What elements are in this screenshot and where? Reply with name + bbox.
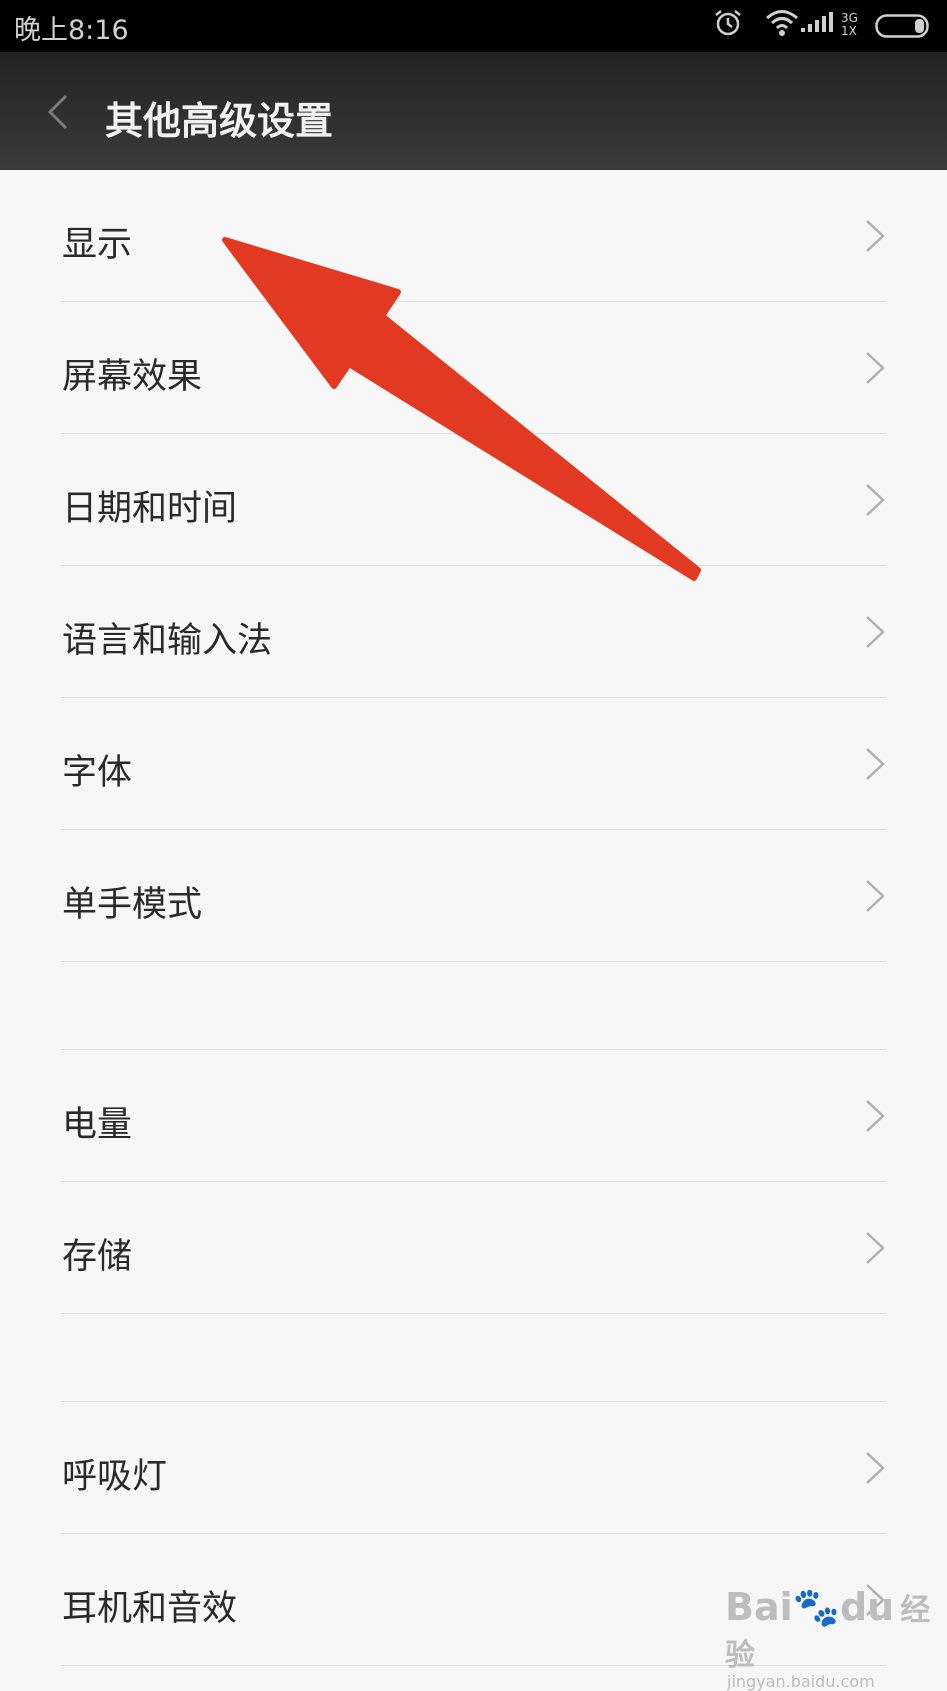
- status-time: 晚上8:16: [14, 15, 129, 46]
- chevron-right-icon: [866, 1100, 885, 1132]
- page-title: 其他高级设置: [105, 99, 334, 143]
- watermark-brand-b: du: [839, 1585, 895, 1629]
- chevron-right-icon: [866, 616, 885, 648]
- list-item-label: 电量: [62, 1105, 133, 1145]
- alarm-icon: [715, 10, 741, 36]
- list-item-label: 耳机和音效: [62, 1589, 238, 1629]
- settings-list: 显示 屏幕效果 日期和时间 语言和输入法 字体 单手模式 电量 存储 呼吸灯 耳…: [0, 170, 947, 1666]
- chevron-right-icon: [866, 220, 885, 252]
- list-item[interactable]: 语言和输入法: [61, 566, 886, 698]
- status-bar: 晚上8:16 3G 1X: [0, 0, 947, 52]
- list-item[interactable]: 单手模式: [61, 830, 886, 962]
- list-item[interactable]: 屏幕效果: [61, 302, 886, 434]
- chevron-right-icon: [866, 1452, 885, 1484]
- battery-icon: [875, 14, 929, 38]
- app-bar: 其他高级设置: [0, 52, 947, 170]
- watermark-brand-a: Bai: [725, 1585, 793, 1629]
- list-item[interactable]: 显示: [61, 170, 886, 302]
- back-button[interactable]: [40, 90, 80, 134]
- baidu-jingyan-watermark: Bai🐾du 经验 jingyan.baidu.com: [725, 1585, 947, 1691]
- chevron-right-icon: [866, 352, 885, 384]
- signal-icon: [801, 12, 833, 32]
- group-divider: [61, 1314, 886, 1402]
- chevron-right-icon: [866, 880, 885, 912]
- wifi-icon: [766, 10, 798, 36]
- network-type: 3G 1X: [841, 11, 858, 38]
- watermark-url: jingyan.baidu.com: [727, 1672, 875, 1691]
- list-item-label: 语言和输入法: [62, 621, 273, 661]
- list-item[interactable]: 电量: [61, 1050, 886, 1182]
- list-item[interactable]: 存储: [61, 1182, 886, 1314]
- list-item-label: 单手模式: [62, 885, 203, 925]
- list-item-label: 呼吸灯: [62, 1457, 168, 1497]
- list-item-label: 字体: [62, 753, 133, 793]
- list-item-label: 日期和时间: [62, 489, 238, 529]
- list-item-label: 显示: [62, 225, 133, 265]
- list-item[interactable]: 日期和时间: [61, 434, 886, 566]
- list-item-label: 存储: [62, 1237, 133, 1277]
- list-item-label: 屏幕效果: [62, 357, 203, 397]
- list-item[interactable]: 字体: [61, 698, 886, 830]
- group-divider: [61, 962, 886, 1050]
- watermark-paw-icon: 🐾: [792, 1585, 840, 1629]
- chevron-right-icon: [866, 1232, 885, 1264]
- list-item[interactable]: 呼吸灯: [61, 1402, 886, 1534]
- chevron-right-icon: [866, 484, 885, 516]
- chevron-right-icon: [866, 748, 885, 780]
